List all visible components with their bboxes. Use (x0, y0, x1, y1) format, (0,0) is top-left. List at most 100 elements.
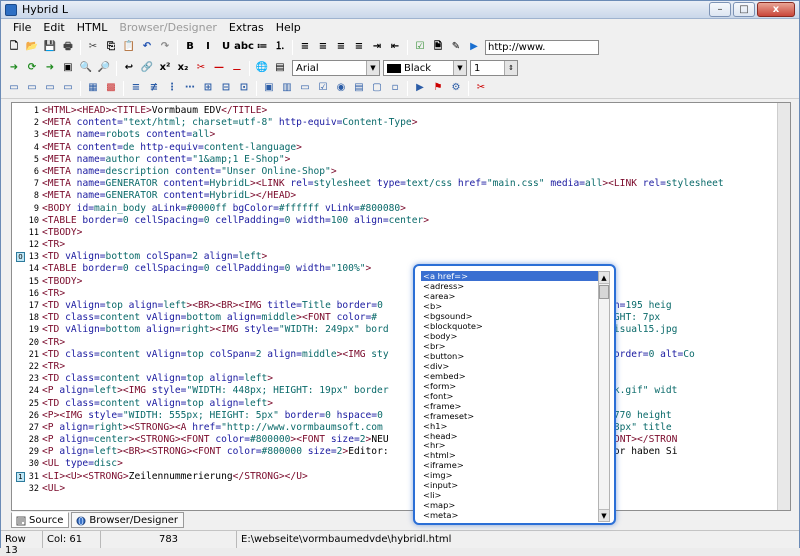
tag-list-item[interactable]: <bgsound> (421, 311, 601, 321)
tag-list-item[interactable]: <frame> (421, 401, 601, 411)
layout-4-icon[interactable]: ▭ (61, 81, 75, 95)
find-icon[interactable]: 🔎 (97, 61, 111, 75)
menu-html[interactable]: HTML (71, 19, 114, 36)
close-button[interactable]: x (757, 2, 795, 17)
print-icon[interactable]: 🖶 (61, 40, 75, 54)
browse-icon[interactable]: ▣ (61, 61, 75, 75)
layout-2-icon[interactable]: ▭ (25, 81, 39, 95)
media-icon[interactable]: ▶ (413, 81, 427, 95)
code-line[interactable]: 24 <P align=left><IMG style="WIDTH: 448px… (12, 385, 780, 397)
code-line[interactable]: 29 <P align=left><BR><STRONG><FONT color=… (12, 446, 780, 458)
font-select[interactable]: Arial ▼ (292, 60, 380, 76)
code-line[interactable]: 26 <P><IMG style="WIDTH: 555px; HEIGHT: 5… (12, 410, 780, 422)
paste-icon[interactable]: 📋 (122, 40, 136, 54)
check-icon[interactable]: ☑ (413, 40, 427, 54)
chevron-down-icon[interactable]: ▼ (366, 61, 379, 75)
code-line[interactable]: 18 <TD class=content vAlign=bottom align=… (12, 312, 780, 324)
open-folder-icon[interactable]: 📂 (25, 40, 39, 54)
code-line[interactable]: 21 <TD class=content vAlign=top colSpan=2… (12, 349, 780, 361)
menu-edit[interactable]: Edit (37, 19, 70, 36)
maximize-button[interactable]: □ (733, 2, 755, 17)
tag-autocomplete-popup[interactable]: <a href=> <adress> <area> <b> <bgsound> <bloc… (413, 264, 616, 525)
layout-1-icon[interactable]: ▭ (7, 81, 21, 95)
back-icon[interactable]: ➜ (43, 61, 57, 75)
unordered-list-icon[interactable]: ≔ (255, 40, 269, 54)
table-delete-icon[interactable]: ▩ (104, 81, 118, 95)
code-line[interactable]: 14 <TABLE border=0 cellSpacing=0 cellPadd… (12, 263, 780, 275)
checkbox-icon[interactable]: ☑ (316, 81, 330, 95)
code-line[interactable]: 17 <TD vAlign=top align=left><BR><BR><IMG… (12, 300, 780, 312)
tag-list-item[interactable]: <head> (421, 431, 601, 441)
cut-icon[interactable]: ✂ (86, 40, 100, 54)
tag-list-item[interactable]: <hr> (421, 440, 601, 450)
search-icon[interactable]: 🔍 (79, 61, 93, 75)
copy-icon[interactable]: ⎘ (104, 40, 118, 54)
align-justify-icon[interactable]: ≡ (334, 40, 348, 54)
textbox-icon[interactable]: ▭ (298, 81, 312, 95)
editor-scrollbar[interactable] (777, 103, 790, 510)
button-icon[interactable]: ▢ (370, 81, 384, 95)
code-line[interactable]: 5 <META name=author content="1&amp;1 E-Sh… (12, 154, 780, 166)
play-icon[interactable]: ▶ (467, 40, 481, 54)
code-line[interactable]: 32 <UL> (12, 483, 780, 495)
tag-list-item[interactable]: <img> (421, 470, 601, 480)
code-line[interactable]: 1 <HTML><HEAD><TITLE>Vormbaum EDV</TITLE> (12, 105, 780, 117)
align-center-icon[interactable]: ≡ (316, 40, 330, 54)
scroll-up-icon[interactable]: ▲ (599, 272, 609, 284)
size-stepper[interactable]: 1 ⇕ (470, 60, 518, 76)
document-icon[interactable]: 🗎 (431, 40, 445, 54)
redo-icon[interactable]: ↷ (158, 40, 172, 54)
ordered-list-icon[interactable]: ⒈ (273, 40, 287, 54)
col-delete-icon[interactable]: ⋯ (183, 81, 197, 95)
flash-icon[interactable]: ⚑ (431, 81, 445, 95)
subscript-icon[interactable]: x₂ (176, 61, 190, 75)
row-insert-icon[interactable]: ≡ (129, 81, 143, 95)
code-line[interactable]: 8 <META name=GENERATOR content=HybridL></… (12, 190, 780, 202)
form-icon[interactable]: ▥ (280, 81, 294, 95)
tag-list-item[interactable]: <h1> (421, 421, 601, 431)
indent-icon[interactable]: ⇥ (370, 40, 384, 54)
tag-list-item[interactable]: <input> (421, 480, 601, 490)
code-line[interactable]: 4 <META content=de http-equiv=content-lan… (12, 142, 780, 154)
code-line[interactable]: 12 <TR> (12, 239, 780, 251)
code-line[interactable]: 11 <TBODY> (12, 227, 780, 239)
tag-list-item[interactable]: <br> (421, 341, 601, 351)
tag-list-item[interactable]: <body> (421, 331, 601, 341)
tag-list-item[interactable]: <map> (421, 500, 601, 510)
code-line[interactable]: 23 <TD class=content vAlign=top align=lef… (12, 373, 780, 385)
tag-list-item[interactable]: <area> (421, 291, 601, 301)
refresh-icon[interactable]: ⟳ (25, 61, 39, 75)
list-icon[interactable]: ▤ (273, 61, 287, 75)
code-line[interactable]: 2 <META content="text/html; charset=utf-8… (12, 117, 780, 129)
popup-scrollbar[interactable]: ▲ ▼ (598, 271, 610, 522)
cell-props-icon[interactable]: ⊡ (237, 81, 251, 95)
select-icon[interactable]: ▤ (352, 81, 366, 95)
tag-list-item[interactable]: <frameset> (421, 411, 601, 421)
save-icon[interactable]: 💾 (43, 40, 57, 54)
code-line[interactable]: 13 <TD vAlign=bottom colSpan=2 align=left… (12, 251, 780, 263)
tab-source[interactable]: Source (11, 512, 70, 528)
bookmark-icon[interactable]: 1 (16, 472, 25, 482)
align-left-icon[interactable]: ≡ (298, 40, 312, 54)
tag-list-item[interactable]: <meta> (421, 510, 601, 520)
strip-icon[interactable]: ✂ (194, 61, 208, 75)
col-insert-icon[interactable]: ⋮ (165, 81, 179, 95)
tag-list-item[interactable]: <iframe> (421, 460, 601, 470)
globe-icon[interactable]: 🌐 (255, 61, 269, 75)
code-line[interactable]: 16 <TR> (12, 288, 780, 300)
code-line[interactable]: 28 <P align=center><STRONG><FONT color=#8… (12, 434, 780, 446)
bold-icon[interactable]: B (183, 40, 197, 54)
pen-icon[interactable]: ✎ (449, 40, 463, 54)
code-line[interactable]: 9 <BODY id=main_body aLink=#0000ff bgColo… (12, 203, 780, 215)
code-line[interactable]: 10 <TABLE border=0 cellSpacing=0 cellPadd… (12, 215, 780, 227)
row-delete-icon[interactable]: ≢ (147, 81, 161, 95)
scroll-thumb[interactable] (599, 285, 609, 299)
code-line[interactable]: 15 <TBODY> (12, 276, 780, 288)
minimize-button[interactable]: – (709, 2, 731, 17)
radio-icon[interactable]: ◉ (334, 81, 348, 95)
menu-extras[interactable]: Extras (223, 19, 270, 36)
tag-list-item[interactable]: <html> (421, 450, 601, 460)
tag-list-item[interactable]: <div> (421, 361, 601, 371)
cell-merge-icon[interactable]: ⊞ (201, 81, 215, 95)
table-icon[interactable]: ▦ (86, 81, 100, 95)
